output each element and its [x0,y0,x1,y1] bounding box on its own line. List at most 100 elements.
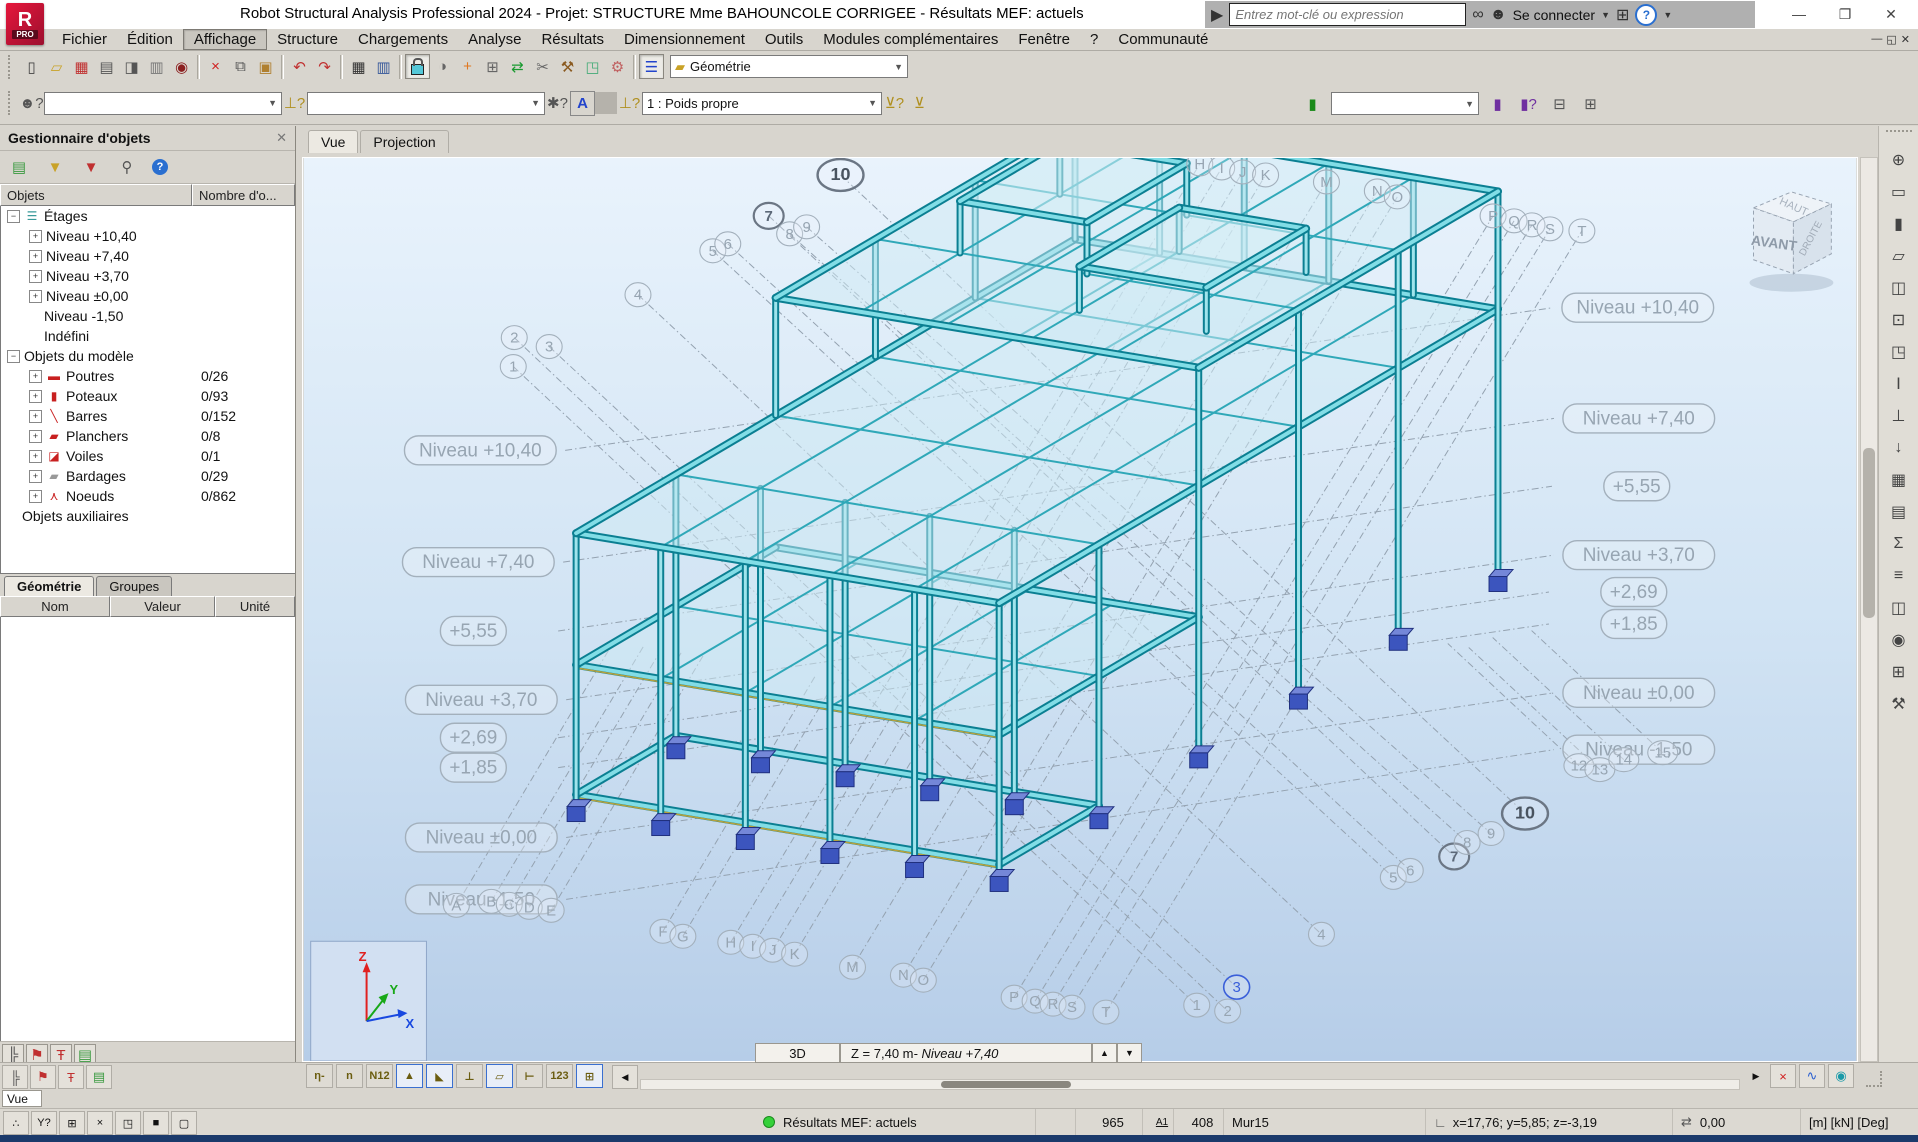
tree-row-niveau-±0,00[interactable]: +Niveau ±0,00 [1,286,295,306]
chevron-down-icon[interactable]: ▼ [863,98,877,108]
tree-header-count[interactable]: Nombre d'o... [192,184,295,206]
model-3d-canvas[interactable]: Niveau +10,40Niveau +10,40Niveau +7,40Ni… [302,157,1858,1062]
level-ruler-icon[interactable]: ⊥? [617,91,642,116]
search-icon[interactable]: ⚲ [116,156,138,178]
bar-selection-combo[interactable]: ▼ [307,92,545,115]
mesh-icon[interactable]: ▦ [1885,466,1913,494]
help-chevron-icon[interactable]: ▼ [1663,10,1672,20]
display-dialog-icon[interactable]: ⊞ [576,1064,603,1088]
print-icon[interactable]: ▤ [94,54,119,79]
menu-item-analyse[interactable]: Analyse [458,30,531,49]
chevron-down-icon[interactable]: ▼ [263,98,277,108]
tree-row-voiles[interactable]: +◪Voiles0/1 [1,446,295,466]
level-down-button[interactable]: ▼ [1117,1043,1142,1063]
section-characteristics-icon[interactable]: Σ [1885,530,1913,558]
property-header-value[interactable]: Valeur [110,596,215,617]
tree-row-poteaux[interactable]: +▮Poteaux0/93 [1,386,295,406]
mdi-restore-button[interactable]: ◱ [1886,33,1896,46]
tree-expander-icon[interactable]: + [29,450,42,463]
delete-icon[interactable]: × [203,54,228,79]
tree-expander-icon[interactable]: − [7,210,20,223]
resize-grip[interactable] [1866,1071,1882,1087]
menu-item-dimensionnement[interactable]: Dimensionnement [614,30,755,49]
chevron-down-icon[interactable]: ▼ [889,62,903,72]
dimensions-display-icon[interactable]: ⊢ [516,1064,543,1088]
signin-chevron-icon[interactable]: ▼ [1601,10,1610,20]
vertical-scrollbar-thumb[interactable] [1863,448,1875,618]
table-down-icon[interactable]: ⊟ [1547,91,1572,116]
manual-selection-icon[interactable]: ✱? [545,91,570,116]
tree-expander-icon[interactable]: + [29,290,42,303]
tree-row-indéfini[interactable]: Indéfini [1,326,295,346]
display-legend-icon[interactable]: ☰ [639,54,664,79]
new-document-icon[interactable]: ▯ [19,54,44,79]
save-icon[interactable]: ▦ [69,54,94,79]
menu-item-communaut-[interactable]: Communauté [1108,30,1218,49]
bar-selection-icon[interactable]: ⊥? [282,91,307,116]
grid-toggle-icon[interactable]: ⊞ [59,1111,85,1135]
node-selection-icon[interactable]: ☻? [19,91,44,116]
preferences-wrench-icon[interactable]: ⚙ [605,54,630,79]
tree-row-niveau-1,50[interactable]: Niveau -1,50 [1,306,295,326]
tree-row-objets-du-mod-le[interactable]: −Objets du modèle [1,346,295,366]
menu-item-r-sultats[interactable]: Résultats [531,30,614,49]
view-solid-icon[interactable]: ■ [143,1111,169,1135]
vertical-scrollbar[interactable] [1860,157,1878,1062]
tree-row-niveau-+3,70[interactable]: +Niveau +3,70 [1,266,295,286]
load-case-combo[interactable]: 1 : Poids propre▼ [642,92,882,115]
edit-document-icon[interactable]: ▥ [144,54,169,79]
property-header-unit[interactable]: Unité [215,596,295,617]
tree-row-bardages[interactable]: +▰Bardages0/29 [1,466,295,486]
column-icon[interactable]: ▮ [1885,210,1913,238]
load-icon[interactable]: ↓ [1885,434,1913,462]
menu-item-fen-tre[interactable]: Fenêtre [1008,30,1080,49]
tree-row-objets-auxiliaires[interactable]: Objets auxiliaires [1,506,295,526]
calculator-icon[interactable]: ▦ [346,54,371,79]
cart-icon[interactable]: ⊞ [1616,5,1629,25]
restore-button[interactable]: ❐ [1822,1,1868,27]
status-units-cell[interactable]: [m] [kN] [Deg] [1800,1109,1918,1135]
panel-tab-groupes[interactable]: Groupes [96,576,172,596]
mdi-close-button[interactable]: ✕ [1901,33,1910,46]
section-profile-icon[interactable]: Ⅰ [1885,370,1913,398]
menu-item-affichage[interactable]: Affichage [183,29,267,50]
print-preview-icon[interactable]: ◨ [119,54,144,79]
opening-icon[interactable]: ⊡ [1885,306,1913,334]
status-a1-icon[interactable]: A1 [1142,1109,1173,1135]
paste-icon[interactable]: ▣ [253,54,278,79]
numbers-display-icon[interactable]: 123 [546,1064,573,1088]
maps-icon[interactable]: ◉ [1828,1064,1854,1088]
chevron-down-icon[interactable]: ▼ [1460,99,1474,109]
screen-capture-a-icon[interactable]: A [570,91,595,116]
delete-mode-icon[interactable]: × [87,1111,113,1135]
horizontal-scrollbar[interactable] [640,1079,1740,1090]
columns-icon[interactable]: ▤ [8,156,30,178]
strip-flag-icon[interactable]: ⚑ [30,1065,56,1089]
bar-numbers-icon[interactable]: n [336,1064,363,1088]
axis-query-icon[interactable]: Y? [31,1111,57,1135]
search-binoculars-icon[interactable]: ∞ [1472,6,1483,24]
scroll-right-icon[interactable]: ▶ [1744,1065,1768,1087]
view-wire-icon[interactable]: ▢ [171,1111,197,1135]
tree-expander-icon[interactable]: + [29,470,42,483]
help-icon[interactable]: ? [152,159,168,175]
tree-expander-icon[interactable]: + [29,410,42,423]
grid-icon[interactable]: ⊞ [1885,658,1913,686]
panel-tab-géométrie[interactable]: Géométrie [4,576,94,596]
tree-expander-icon[interactable]: + [29,490,42,503]
tree-expander-icon[interactable]: + [29,430,42,443]
horizontal-scrollbar-thumb[interactable] [941,1081,1071,1088]
display-panel-icon[interactable]: ◫ [1885,594,1913,622]
undo-icon[interactable]: ↶ [287,54,312,79]
modify-tools-icon[interactable]: ⚒ [555,54,580,79]
load-display2-icon[interactable]: ⊻ [907,91,932,116]
tree-row-niveau-+10,40[interactable]: +Niveau +10,40 [1,226,295,246]
strip-layers-icon[interactable]: ▤ [86,1065,112,1089]
tree-row-barres[interactable]: +╲Barres0/152 [1,406,295,426]
filter-delete-icon[interactable]: ▼ [80,156,102,178]
filter-icon[interactable]: ▼ [44,156,66,178]
pan-icon[interactable]: + [455,54,480,79]
redo-icon[interactable]: ↷ [312,54,337,79]
view-tab[interactable]: Vue [2,1090,42,1107]
volume-icon[interactable]: ◳ [1885,338,1913,366]
